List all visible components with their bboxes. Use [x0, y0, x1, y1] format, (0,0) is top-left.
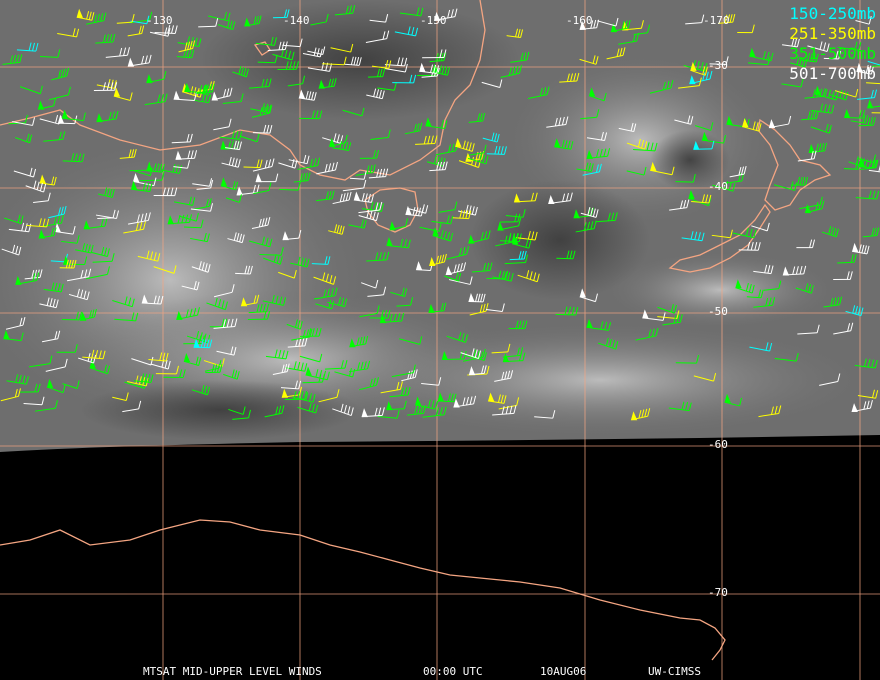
pressure-legend: 150-250mb 251-350mb 351-500mb 501-700mb	[789, 4, 876, 84]
footer-source: UW-CIMSS	[648, 665, 701, 678]
longitude-label-140: -140	[283, 14, 310, 27]
satellite-wind-map: -130 -140 -150 -160 -170 -30 -40 -50 -60…	[0, 0, 880, 680]
latitude-label-50: -50	[708, 305, 728, 318]
latitude-label-60: -60	[708, 438, 728, 451]
legend-item-251-350: 251-350mb	[789, 24, 876, 43]
legend-item-150-250: 150-250mb	[789, 4, 876, 23]
longitude-label-160: -160	[566, 14, 593, 27]
longitude-label-150: -150	[420, 14, 447, 27]
latitude-label-30: -30	[708, 59, 728, 72]
longitude-label-130: -130	[146, 14, 173, 27]
footer-date: 10AUG06	[540, 665, 587, 678]
latitude-label-70: -70	[708, 586, 728, 599]
footer-product: MTSAT MID-UPPER LEVEL WINDS	[143, 665, 322, 678]
latitude-label-40: -40	[708, 180, 728, 193]
longitude-label-170: -170	[703, 14, 730, 27]
map-canvas	[0, 0, 880, 680]
legend-item-351-500: 351-500mb	[789, 44, 876, 63]
legend-item-501-700: 501-700mb	[789, 64, 876, 83]
footer-time: 00:00 UTC	[423, 665, 483, 678]
